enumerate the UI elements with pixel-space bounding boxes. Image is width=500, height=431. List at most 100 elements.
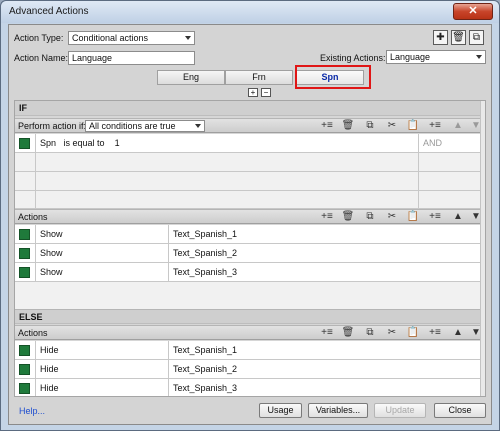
- tab-eng-label: Eng: [182, 72, 199, 82]
- else-actions-toolbar: Actions +≡ 🗑 ⧉ ✂ 📋 +≡ ▲ ▼: [15, 325, 481, 340]
- insert-icon[interactable]: +≡: [320, 120, 334, 132]
- condition-logic: AND: [418, 134, 481, 152]
- trash-icon[interactable]: 🗑: [341, 120, 355, 132]
- condition-expression: Spn is equal to 1: [35, 134, 418, 152]
- perform-condition-select[interactable]: All conditions are true: [85, 120, 205, 132]
- else-action-row[interactable]: Hide Text_Spanish_1: [15, 341, 481, 360]
- if-actions-grid: Show Text_Spanish_1 Show Text_Spanish_2 …: [15, 225, 481, 309]
- trash-icon: 🗑: [452, 32, 465, 43]
- conditions-grid: Spn is equal to 1 AND: [15, 134, 481, 209]
- action-type-value: Conditional actions: [72, 33, 149, 43]
- usage-button[interactable]: Usage: [259, 403, 302, 418]
- action-target: Text_Spanish_3: [168, 263, 481, 281]
- remove-tab-button[interactable]: −: [261, 88, 271, 97]
- condition-row-empty[interactable]: [15, 172, 481, 191]
- condition-empty-cell: [35, 153, 418, 171]
- action-marker: [19, 383, 30, 394]
- window-title: Advanced Actions: [9, 6, 89, 17]
- perform-condition-value: All conditions are true: [89, 121, 176, 131]
- chevron-down-icon: [195, 124, 201, 128]
- tab-frn[interactable]: Frn: [225, 70, 293, 85]
- action-row[interactable]: Show Text_Spanish_2: [15, 244, 481, 263]
- tab-eng[interactable]: Eng: [157, 70, 225, 85]
- condition-toolbar: Perform action if: All conditions are tr…: [15, 118, 481, 133]
- existing-actions-label: Existing Actions:: [320, 53, 386, 63]
- trash-icon[interactable]: 🗑: [341, 211, 355, 223]
- condition-operator: is equal to: [63, 138, 105, 148]
- active-tab-highlight: [295, 65, 371, 89]
- action-target: Text_Spanish_3: [168, 379, 481, 396]
- action-verb: Hide: [35, 360, 168, 378]
- action-verb: Show: [35, 225, 168, 243]
- delete-action-button[interactable]: 🗑: [451, 30, 466, 45]
- add-action-button[interactable]: ✚: [433, 30, 448, 45]
- help-link[interactable]: Help...: [19, 406, 45, 416]
- insert-icon[interactable]: +≡: [320, 211, 334, 223]
- insert-row-icon[interactable]: +≡: [428, 120, 442, 132]
- action-name-label: Action Name:: [14, 53, 69, 63]
- trash-icon[interactable]: 🗑: [341, 327, 355, 339]
- advanced-actions-window: Advanced Actions ✕ Action Type: Conditio…: [0, 0, 500, 431]
- plus-icon: ✚: [436, 32, 445, 43]
- copy-icon[interactable]: ⧉: [363, 120, 377, 132]
- else-action-row[interactable]: Hide Text_Spanish_2: [15, 360, 481, 379]
- condition-empty-cell: [418, 172, 481, 190]
- condition-row-empty[interactable]: [15, 191, 481, 209]
- action-type-select[interactable]: Conditional actions: [68, 31, 195, 45]
- action-marker: [19, 364, 30, 375]
- existing-actions-select[interactable]: Language: [386, 50, 486, 64]
- close-button[interactable]: Close: [434, 403, 486, 418]
- copy-icon[interactable]: ⧉: [363, 327, 377, 339]
- move-up-icon[interactable]: ▲: [451, 327, 465, 339]
- if-section-heading: IF: [15, 101, 481, 116]
- condition-empty-cell: [35, 172, 418, 190]
- insert-row-icon[interactable]: +≡: [428, 327, 442, 339]
- cut-icon[interactable]: ✂: [385, 120, 399, 132]
- action-target: Text_Spanish_2: [168, 244, 481, 262]
- action-marker: [19, 248, 30, 259]
- action-row[interactable]: Show Text_Spanish_3: [15, 263, 481, 282]
- add-tab-button[interactable]: +: [248, 88, 258, 97]
- chevron-down-icon: [476, 55, 482, 59]
- variables-button[interactable]: Variables...: [308, 403, 368, 418]
- cut-icon[interactable]: ✂: [385, 211, 399, 223]
- title-bar: Advanced Actions ✕: [1, 1, 499, 23]
- dialog-body: Action Type: Conditional actions ✚ 🗑 ⧉ A…: [8, 24, 492, 425]
- else-actions-grid: Hide Text_Spanish_1 Hide Text_Spanish_2 …: [15, 341, 481, 396]
- move-up-icon[interactable]: ▲: [451, 211, 465, 223]
- window-close-button[interactable]: ✕: [453, 3, 493, 20]
- insert-icon[interactable]: +≡: [320, 327, 334, 339]
- action-type-label: Action Type:: [14, 33, 64, 43]
- action-name-input[interactable]: Language: [68, 51, 195, 65]
- tab-frn-label: Frn: [252, 72, 266, 82]
- else-actions-heading: Actions: [18, 328, 48, 338]
- condition-row[interactable]: Spn is equal to 1 AND: [15, 134, 481, 153]
- vertical-scrollbar[interactable]: [480, 101, 485, 396]
- duplicate-icon: ⧉: [472, 32, 481, 43]
- action-target: Text_Spanish_1: [168, 225, 481, 243]
- paste-icon[interactable]: 📋: [406, 211, 420, 223]
- perform-action-label: Perform action if:: [18, 121, 87, 131]
- duplicate-action-button[interactable]: ⧉: [469, 30, 484, 45]
- action-verb: Hide: [35, 341, 168, 359]
- condition-empty-cell: [418, 153, 481, 171]
- update-button[interactable]: Update: [374, 403, 426, 418]
- insert-row-icon[interactable]: +≡: [428, 211, 442, 223]
- condition-value: 1: [114, 138, 120, 148]
- move-up-icon[interactable]: ▲: [451, 120, 465, 132]
- action-target: Text_Spanish_1: [168, 341, 481, 359]
- paste-icon[interactable]: 📋: [406, 120, 420, 132]
- condition-variable: Spn: [40, 138, 57, 148]
- condition-row-empty[interactable]: [15, 153, 481, 172]
- paste-icon[interactable]: 📋: [406, 327, 420, 339]
- else-action-row[interactable]: Hide Text_Spanish_3: [15, 379, 481, 396]
- copy-icon[interactable]: ⧉: [363, 211, 377, 223]
- action-row[interactable]: Show Text_Spanish_1: [15, 225, 481, 244]
- cut-icon[interactable]: ✂: [385, 327, 399, 339]
- chevron-down-icon: [185, 36, 191, 40]
- action-verb: Show: [35, 263, 168, 281]
- condition-empty-cell: [35, 191, 418, 209]
- action-marker: [19, 267, 30, 278]
- actions-toolbar: Actions +≡ 🗑 ⧉ ✂ 📋 +≡ ▲ ▼: [15, 209, 481, 224]
- condition-empty-cell: [418, 191, 481, 209]
